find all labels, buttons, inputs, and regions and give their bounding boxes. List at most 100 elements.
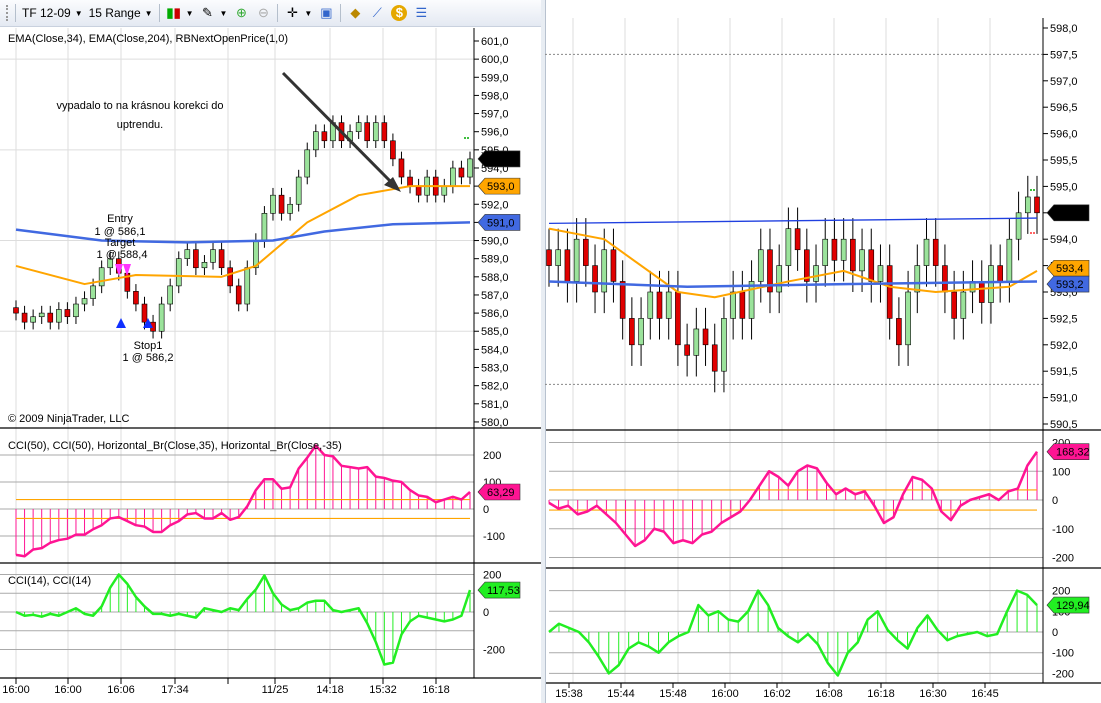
candle-down — [684, 344, 690, 356]
candle-down — [675, 291, 681, 346]
candle-down — [218, 249, 225, 269]
candle-up — [757, 249, 764, 282]
cci-axis-label: 100 — [1052, 466, 1070, 478]
candle-down — [831, 238, 838, 261]
candle-up — [90, 285, 96, 299]
candle-down — [278, 194, 285, 214]
price-axis-label: 581,0 — [481, 399, 509, 411]
price-axis-label: 588,0 — [481, 272, 509, 284]
time-axis-label: 16:30 — [919, 688, 947, 700]
price-axis-label: 597,0 — [1050, 76, 1078, 88]
cci-axis-label: 200 — [1052, 586, 1070, 598]
candle-up — [859, 249, 865, 272]
cci-axis-label: -100 — [1052, 648, 1074, 660]
time-axis-label: 15:48 — [659, 688, 687, 700]
candle-down — [564, 249, 571, 282]
candle-up — [304, 149, 311, 178]
price-axis-label: 592,0 — [1050, 340, 1078, 352]
candle-up — [372, 122, 379, 142]
price-axis-label: 599,0 — [481, 72, 509, 84]
candle-down — [458, 167, 465, 178]
price-axis-label: 584,0 — [481, 344, 509, 356]
cci50-value-tag: 168,32 — [1056, 447, 1090, 459]
candle-up — [721, 318, 727, 372]
cci-line — [548, 450, 1039, 548]
last-price-tag: 594,5 — [1056, 208, 1084, 220]
cci-axis-label: 200 — [483, 450, 501, 462]
ema34-price-tag: 593,4 — [1056, 263, 1084, 275]
candle-up — [73, 303, 79, 318]
candle-up — [730, 291, 736, 319]
ema204-line — [15, 221, 471, 244]
candle-down — [415, 185, 422, 196]
next-open-price-line — [548, 217, 1038, 225]
candle-down — [381, 122, 388, 142]
candle-down — [364, 122, 371, 142]
price-axis-label: 591,0 — [1050, 393, 1078, 405]
buy-arrow-icon — [116, 318, 126, 328]
price-axis-label: 585,0 — [481, 326, 509, 338]
cci-axis-label: -100 — [483, 531, 505, 543]
price-axis-label: 587,0 — [481, 290, 509, 302]
candle-down — [932, 238, 939, 266]
time-axis-label: 16:00 — [54, 684, 82, 696]
candle-up — [840, 238, 847, 261]
time-axis-label: 15:32 — [369, 684, 397, 696]
ema204-price-tag: 593,2 — [1056, 279, 1084, 291]
time-axis-label: 16:18 — [422, 684, 450, 696]
candle-down — [619, 281, 626, 319]
candle-down — [546, 249, 552, 266]
candle-up — [38, 312, 45, 318]
candle-down — [407, 176, 413, 187]
candle-up — [905, 291, 911, 346]
time-axis-label: 16:02 — [763, 688, 791, 700]
time-axis-label: 16:00 — [2, 684, 30, 696]
candle-up — [287, 203, 293, 214]
price-axis-label: 589,0 — [481, 254, 509, 266]
candle-down — [235, 285, 242, 305]
candle-up — [158, 303, 165, 332]
candle-up — [98, 267, 105, 287]
candle-down — [978, 281, 985, 303]
entry-label: Entry — [107, 213, 133, 225]
target-label: Target — [105, 237, 136, 249]
price-axis-label: 600,0 — [481, 54, 509, 66]
candle-down — [951, 291, 957, 319]
cci14-value-tag: 117,53 — [487, 585, 520, 597]
annotation-text: uptrendu. — [117, 119, 163, 131]
time-axis-label: 17:34 — [161, 684, 189, 696]
chart-canvas[interactable]: 601,0 600,0 599,0 598,0 597,0 596,0 595,0 594,0… — [0, 0, 1101, 703]
candle-down — [629, 318, 635, 346]
price-axis-label: 592,0 — [481, 199, 509, 211]
signal-dot — [467, 137, 469, 139]
candle-up — [1015, 212, 1022, 240]
candle-down — [583, 238, 589, 266]
cci-axis-label: 0 — [1052, 627, 1058, 639]
candle-down — [13, 307, 19, 314]
price-axis-label: 582,0 — [481, 381, 509, 393]
cci-axis-label: 0 — [483, 504, 489, 516]
time-axis-label: 16:18 — [867, 688, 895, 700]
candle-up — [175, 258, 182, 287]
candle-up — [877, 265, 884, 282]
signal-dot — [1030, 189, 1032, 191]
candle-down — [227, 267, 233, 287]
target-label: 1 @ 588,4 — [97, 249, 148, 261]
cci-axis-label: 0 — [1052, 495, 1058, 507]
candle-up — [167, 285, 173, 305]
annotation-text: vypadalo to na krásnou korekci do — [57, 100, 224, 112]
price-axis-label: 595,5 — [1050, 155, 1078, 167]
candle-up — [988, 265, 994, 303]
candle-down — [656, 291, 663, 319]
ema204-price-tag: 591,0 — [487, 217, 515, 229]
candle-up — [914, 265, 921, 293]
price-axis-label: 595,0 — [1050, 181, 1078, 193]
price-axis-label: 594,0 — [1050, 234, 1078, 246]
candle-down — [711, 344, 718, 372]
last-price-tag: 594,5 — [487, 154, 515, 166]
copyright-label: © 2009 NinjaTrader, LLC — [8, 413, 129, 425]
candle-up — [56, 309, 62, 323]
ema34-line — [15, 185, 470, 286]
candle-up — [467, 158, 473, 178]
candle-down — [997, 265, 1003, 282]
